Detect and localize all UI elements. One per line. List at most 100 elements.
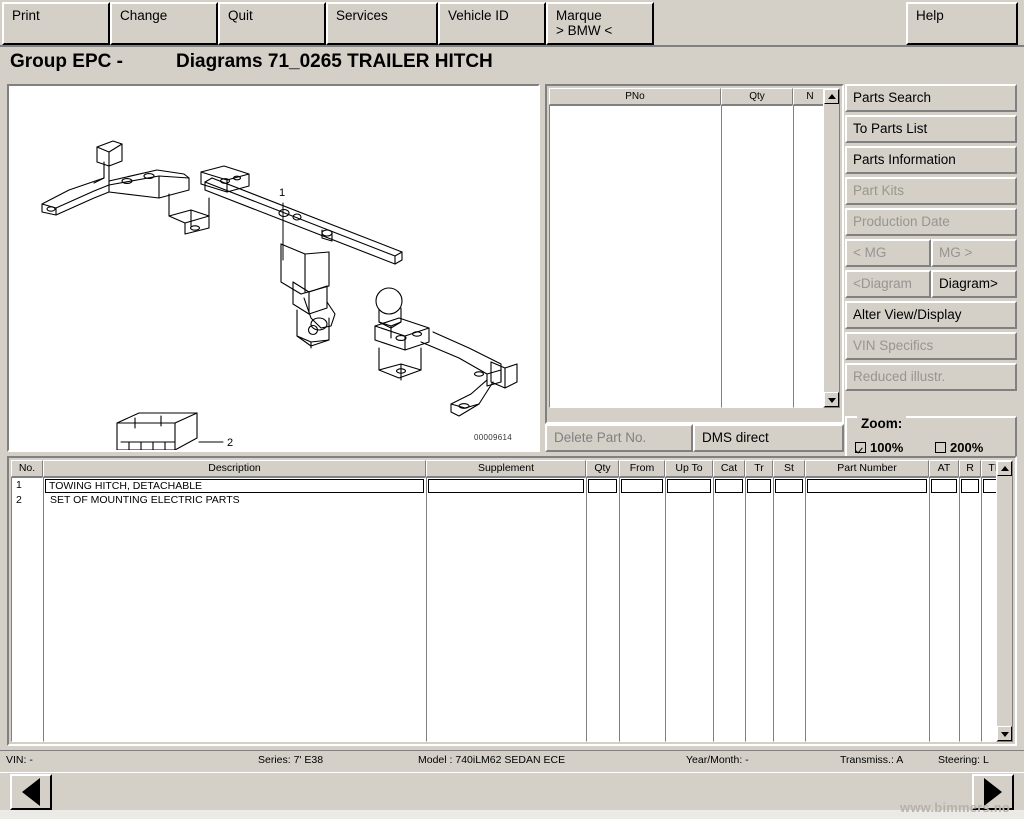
zoom-100-checkbox-icon[interactable] <box>855 442 866 454</box>
parts-table-body-st[interactable] <box>773 477 805 742</box>
prev-mg-button[interactable]: < MG <box>845 239 931 267</box>
prev-page-button[interactable] <box>10 774 52 810</box>
top-menu-bar: Print Change Quit Services Vehicle ID Ma… <box>0 0 1024 47</box>
menu-marque-label: Marque <box>556 8 602 23</box>
parts-information-button[interactable]: Parts Information <box>845 146 1017 174</box>
diagram-callout-2: 2 <box>227 437 233 449</box>
zoom-group-label: Zoom: <box>857 416 907 431</box>
row1-tr[interactable] <box>747 479 771 493</box>
status-model: Model : 740iLM62 SEDAN ECE <box>418 754 566 766</box>
row1-description[interactable]: TOWING HITCH, DETACHABLE <box>45 479 424 493</box>
menu-services[interactable]: Services <box>326 2 438 45</box>
menu-vehicle-id-label: Vehicle ID <box>448 8 509 23</box>
parts-grid-scroll-up-icon[interactable] <box>824 89 839 104</box>
row1-qty[interactable] <box>588 479 617 493</box>
parts-table-body-tr[interactable] <box>745 477 773 742</box>
parts-grid-body-pno[interactable] <box>549 105 721 408</box>
arrow-left-icon <box>22 778 40 806</box>
menu-vehicle-id[interactable]: Vehicle ID <box>438 2 546 45</box>
page-title-diagram: Diagrams 71_0265 TRAILER HITCH <box>176 51 493 72</box>
row1-r[interactable] <box>961 479 979 493</box>
menu-help-label: Help <box>916 8 944 23</box>
parts-table-body-r[interactable] <box>959 477 981 742</box>
parts-grid-col-n[interactable]: N <box>793 88 827 105</box>
parts-table-col-at[interactable]: AT <box>929 460 959 477</box>
menu-help[interactable]: Help <box>906 2 1018 45</box>
status-year-month: Year/Month: - <box>686 754 749 766</box>
selected-parts-grid[interactable]: PNo Qty N <box>545 84 844 424</box>
menu-print[interactable]: Print <box>2 2 110 45</box>
prev-diagram-button[interactable]: <Diagram <box>845 270 931 298</box>
row2-description[interactable]: SET OF MOUNTING ELECTRIC PARTS <box>47 494 424 508</box>
menu-quit[interactable]: Quit <box>218 2 326 45</box>
parts-table-body-part-number[interactable] <box>805 477 929 742</box>
dms-action-row: Delete Part No. DMS direct <box>545 424 844 452</box>
row1-from[interactable] <box>621 479 663 493</box>
parts-table-col-qty[interactable]: Qty <box>586 460 619 477</box>
parts-table-col-part-number[interactable]: Part Number <box>805 460 929 477</box>
zoom-200-checkbox-icon[interactable] <box>935 442 946 454</box>
menu-change[interactable]: Change <box>110 2 218 45</box>
diagram-viewer[interactable]: 1 2 00009614 <box>7 84 540 452</box>
parts-grid-body-qty[interactable] <box>721 105 793 408</box>
delete-part-no-button[interactable]: Delete Part No. <box>545 424 693 452</box>
parts-table-body-from[interactable] <box>619 477 665 742</box>
zoom-200-option[interactable]: 200% <box>935 440 983 455</box>
parts-grid-col-qty[interactable]: Qty <box>721 88 793 105</box>
row1-st[interactable] <box>775 479 803 493</box>
status-series: Series: 7' E38 <box>258 754 324 766</box>
next-mg-button[interactable]: MG > <box>931 239 1017 267</box>
diagram-callout-1: 1 <box>279 187 285 199</box>
menu-print-label: Print <box>12 8 40 23</box>
parts-table-body-at[interactable] <box>929 477 959 742</box>
diagram-id-label: 00009614 <box>474 433 512 442</box>
parts-grid-col-pno[interactable]: PNo <box>549 88 721 105</box>
row1-supplement[interactable] <box>428 479 584 493</box>
parts-table-col-from[interactable]: From <box>619 460 665 477</box>
row1-part-number[interactable] <box>807 479 927 493</box>
menu-marque-value: > BMW < <box>556 23 613 38</box>
next-diagram-button[interactable]: Diagram> <box>931 270 1017 298</box>
parts-table-col-st[interactable]: St <box>773 460 805 477</box>
parts-search-button[interactable]: Parts Search <box>845 84 1017 112</box>
parts-table-col-r[interactable]: R <box>959 460 981 477</box>
vehicle-status-bar: VIN: - Series: 7' E38 Model : 740iLM62 S… <box>0 750 1024 772</box>
parts-table-col-up-to[interactable]: Up To <box>665 460 713 477</box>
parts-table-scroll-down-icon[interactable] <box>997 726 1012 741</box>
parts-table-body-up-to[interactable] <box>665 477 713 742</box>
part-kits-button[interactable]: Part Kits <box>845 177 1017 205</box>
vin-specifics-button[interactable]: VIN Specifics <box>845 332 1017 360</box>
parts-table-col-cat[interactable]: Cat <box>713 460 745 477</box>
parts-table-body-qty[interactable] <box>586 477 619 742</box>
menu-change-label: Change <box>120 8 168 23</box>
zoom-200-label: 200% <box>950 440 984 455</box>
parts-table-col-no[interactable]: No. <box>11 460 43 477</box>
status-vin: VIN: - <box>6 754 33 766</box>
parts-list-table[interactable]: No. Description Supplement Qty From Up T… <box>7 456 1017 746</box>
parts-table-body-description[interactable] <box>43 477 426 742</box>
parts-table-col-tr[interactable]: Tr <box>745 460 773 477</box>
parts-table-scroll-up-icon[interactable] <box>997 461 1012 476</box>
parts-table-body-no[interactable] <box>11 477 43 742</box>
parts-table-scrollbar[interactable] <box>996 460 1013 742</box>
parts-grid-body-n[interactable] <box>793 105 827 408</box>
row1-cat[interactable] <box>715 479 743 493</box>
status-divider <box>0 750 1024 751</box>
row1-at[interactable] <box>931 479 957 493</box>
alter-view-display-button[interactable]: Alter View/Display <box>845 301 1017 329</box>
parts-table-col-supplement[interactable]: Supplement <box>426 460 586 477</box>
to-parts-list-button[interactable]: To Parts List <box>845 115 1017 143</box>
zoom-100-option[interactable]: 100% <box>855 440 903 455</box>
row1-up-to[interactable] <box>667 479 711 493</box>
production-date-button[interactable]: Production Date <box>845 208 1017 236</box>
site-watermark: www.bimmers.no <box>900 800 1010 815</box>
dms-direct-button[interactable]: DMS direct <box>693 424 844 452</box>
parts-table-body-supplement[interactable] <box>426 477 586 742</box>
parts-table-col-description[interactable]: Description <box>43 460 426 477</box>
reduced-illustration-button[interactable]: Reduced illustr. <box>845 363 1017 391</box>
parts-grid-scrollbar[interactable] <box>823 88 840 408</box>
parts-grid-scroll-down-icon[interactable] <box>824 392 839 407</box>
menu-marque[interactable]: Marque > BMW < <box>546 2 654 45</box>
parts-table-body-cat[interactable] <box>713 477 745 742</box>
bottom-nav-surface <box>0 772 1024 811</box>
